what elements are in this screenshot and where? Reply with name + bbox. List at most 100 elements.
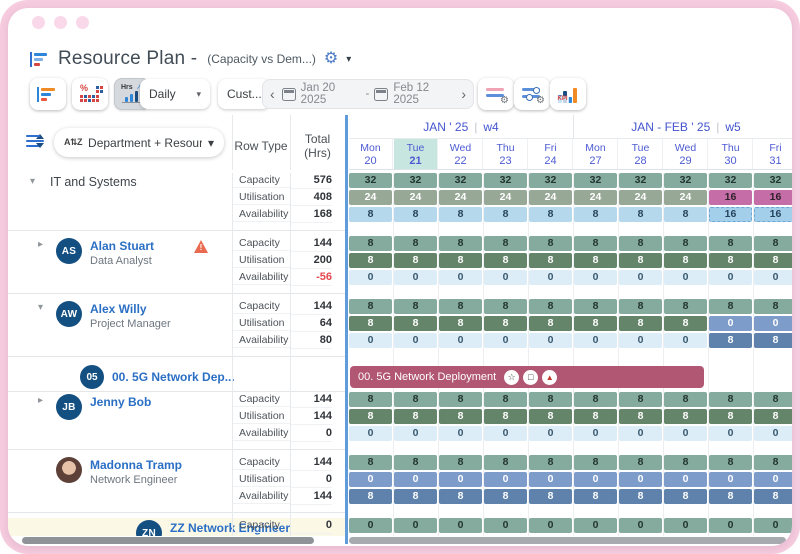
- grid-cell[interactable]: 8: [619, 299, 662, 314]
- next-period-button[interactable]: ›: [459, 87, 468, 101]
- grid-cell[interactable]: 0: [574, 426, 617, 441]
- kpi-button[interactable]: KPI: [550, 78, 586, 110]
- date-from-value[interactable]: Jan 20 2025: [301, 82, 361, 106]
- percent-view-button[interactable]: %: [72, 78, 108, 110]
- grid-cell[interactable]: 8: [529, 489, 572, 504]
- grid-cell[interactable]: 8: [394, 409, 437, 424]
- grid-cell[interactable]: 0: [349, 426, 392, 441]
- grid-cell[interactable]: 0: [574, 270, 617, 285]
- grid-cell[interactable]: 8: [394, 299, 437, 314]
- grid-cell[interactable]: 0: [664, 270, 707, 285]
- grid-cell[interactable]: 8: [394, 455, 437, 470]
- grid-cell[interactable]: 32: [754, 173, 792, 188]
- grid-cell[interactable]: 8: [529, 316, 572, 331]
- grid-cell[interactable]: 0: [394, 426, 437, 441]
- grid-cell[interactable]: 8: [709, 392, 752, 407]
- grid-cell[interactable]: 8: [709, 489, 752, 504]
- grid-cell[interactable]: 0: [754, 316, 792, 331]
- grid-cell[interactable]: 8: [529, 236, 572, 251]
- grid-cell[interactable]: 8: [349, 489, 392, 504]
- grid-cell[interactable]: 24: [664, 190, 707, 205]
- grid-cell[interactable]: 0: [349, 518, 392, 533]
- grid-cell[interactable]: 24: [619, 190, 662, 205]
- grid-cell[interactable]: 8: [709, 333, 752, 348]
- grid-cell[interactable]: 0: [664, 472, 707, 487]
- grid-cell[interactable]: 32: [529, 173, 572, 188]
- grid-cell[interactable]: 8: [484, 299, 527, 314]
- gantt-view-button[interactable]: [30, 78, 66, 110]
- panel-resize-divider[interactable]: [345, 115, 348, 544]
- tree-expand-icon[interactable]: ▸: [38, 240, 43, 250]
- grid-cell[interactable]: 0: [709, 426, 752, 441]
- grid-cell[interactable]: 0: [619, 472, 662, 487]
- grid-cell[interactable]: 8: [664, 316, 707, 331]
- grid-cell[interactable]: 0: [394, 333, 437, 348]
- grid-cell[interactable]: 8: [529, 207, 572, 222]
- grid-cell[interactable]: 8: [709, 455, 752, 470]
- expand-collapse-all-icon[interactable]: [26, 134, 44, 148]
- grid-cell[interactable]: 8: [529, 253, 572, 268]
- grid-cell[interactable]: 8: [349, 207, 392, 222]
- grid-cell[interactable]: 0: [529, 333, 572, 348]
- grid-cell[interactable]: 8: [394, 489, 437, 504]
- resource-name[interactable]: Alan Stuart: [90, 239, 154, 253]
- grid-cell[interactable]: 0: [574, 333, 617, 348]
- grid-cell[interactable]: 16: [709, 190, 752, 205]
- grid-cell[interactable]: 8: [394, 207, 437, 222]
- grid-cell[interactable]: 24: [394, 190, 437, 205]
- grid-cell[interactable]: 8: [619, 207, 662, 222]
- grid-cell[interactable]: 8: [709, 299, 752, 314]
- grid-cell[interactable]: 8: [349, 299, 392, 314]
- grid-cell[interactable]: 0: [664, 333, 707, 348]
- prev-period-button[interactable]: ‹: [268, 87, 277, 101]
- grid-cell[interactable]: 8: [664, 489, 707, 504]
- grid-cell[interactable]: 8: [484, 316, 527, 331]
- grid-cell[interactable]: 8: [664, 455, 707, 470]
- grid-cell[interactable]: 16: [709, 207, 752, 222]
- grid-cell[interactable]: 16: [754, 190, 792, 205]
- date-to-value[interactable]: Feb 12 2025: [393, 82, 454, 106]
- grid-cell[interactable]: 32: [619, 173, 662, 188]
- grid-cell[interactable]: 8: [484, 392, 527, 407]
- grid-cell[interactable]: 8: [439, 207, 482, 222]
- tree-collapse-icon[interactable]: ▾: [30, 177, 35, 187]
- grid-cell[interactable]: 0: [664, 426, 707, 441]
- title-caret-icon[interactable]: ▾: [346, 54, 351, 65]
- resource-name[interactable]: Madonna Tramp: [90, 458, 182, 472]
- grid-cell[interactable]: 0: [484, 270, 527, 285]
- grid-cell[interactable]: 0: [439, 518, 482, 533]
- grid-cell[interactable]: 8: [484, 253, 527, 268]
- grid-cell[interactable]: 0: [439, 426, 482, 441]
- grid-cell[interactable]: 0: [529, 518, 572, 533]
- grid-cell[interactable]: 8: [529, 455, 572, 470]
- grid-cell[interactable]: 0: [619, 333, 662, 348]
- grid-cell[interactable]: 8: [709, 236, 752, 251]
- grid-cell[interactable]: 32: [664, 173, 707, 188]
- grid-cell[interactable]: 0: [664, 518, 707, 533]
- grid-cell[interactable]: 8: [439, 299, 482, 314]
- grid-cell[interactable]: 16: [754, 207, 792, 222]
- grid-cell[interactable]: 8: [439, 316, 482, 331]
- grid-cell[interactable]: 8: [619, 489, 662, 504]
- grid-cell[interactable]: 0: [709, 316, 752, 331]
- grid-cell[interactable]: 0: [574, 518, 617, 533]
- grid-cell[interactable]: 8: [574, 392, 617, 407]
- grid-cell[interactable]: 8: [664, 409, 707, 424]
- grid-cell[interactable]: 8: [439, 392, 482, 407]
- grid-cell[interactable]: 8: [349, 236, 392, 251]
- grid-cell[interactable]: 8: [754, 333, 792, 348]
- grid-cell[interactable]: 0: [394, 472, 437, 487]
- grid-cell[interactable]: 8: [484, 409, 527, 424]
- grid-cell[interactable]: 8: [439, 253, 482, 268]
- grid-cell[interactable]: 32: [394, 173, 437, 188]
- grid-cell[interactable]: 0: [484, 472, 527, 487]
- grid-cell[interactable]: 0: [349, 270, 392, 285]
- grid-cell[interactable]: 0: [439, 270, 482, 285]
- grid-cell[interactable]: 8: [484, 455, 527, 470]
- grid-cell[interactable]: 8: [484, 489, 527, 504]
- grid-cell[interactable]: 0: [349, 472, 392, 487]
- grid-cell[interactable]: 8: [754, 489, 792, 504]
- grid-cell[interactable]: 8: [574, 253, 617, 268]
- grid-cell[interactable]: 8: [394, 253, 437, 268]
- grid-horizontal-scrollbar[interactable]: [349, 537, 786, 544]
